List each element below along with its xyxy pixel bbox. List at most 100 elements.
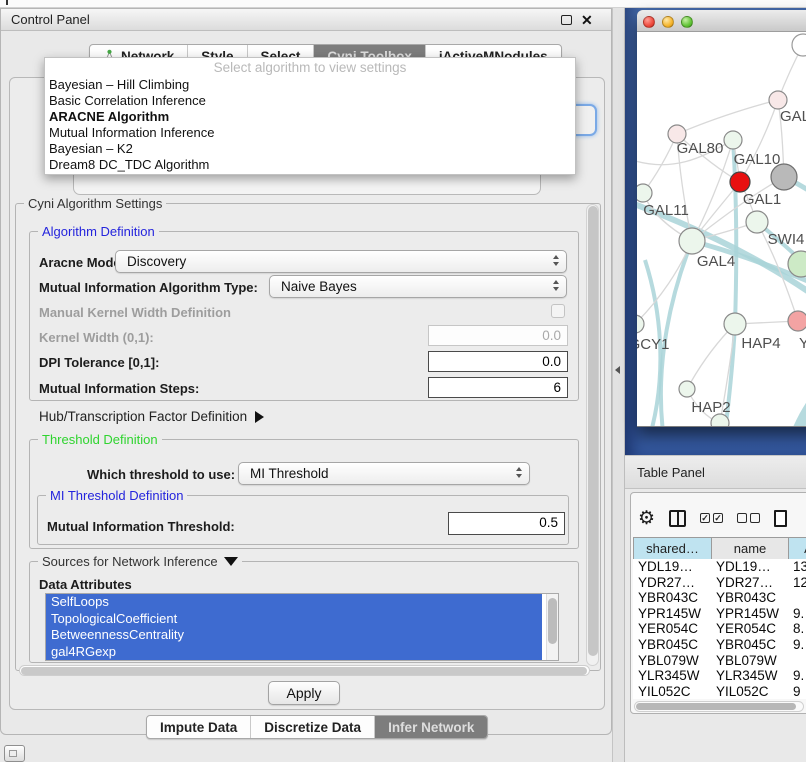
network-edge[interactable] — [740, 100, 778, 182]
which-threshold-label: Which threshold to use: — [87, 467, 235, 482]
network-node[interactable] — [679, 381, 695, 397]
select-all-icon[interactable]: ✓ ✓ — [700, 513, 723, 523]
table-cell: YBL079W — [711, 653, 788, 669]
threshold-definition-title: Threshold Definition — [38, 432, 162, 447]
table-row[interactable]: YPR145WYPR145W9. — [633, 606, 806, 622]
algorithm-option-mutual-information-inference[interactable]: Mutual Information Inference — [45, 125, 575, 141]
window-minimize-traffic-light[interactable] — [662, 16, 674, 28]
table-row[interactable]: YBR045CYBR045C9. — [633, 637, 806, 653]
tab-impute-data[interactable]: Impute Data — [147, 716, 250, 738]
combo-stepper-icon — [516, 467, 522, 478]
table-row[interactable]: YIL052CYIL052C9 — [633, 684, 806, 699]
attribute-item-gal4rgexp[interactable]: gal4RGexp — [46, 644, 542, 661]
network-node[interactable] — [724, 131, 742, 149]
window-close-traffic-light[interactable] — [643, 16, 655, 28]
algorithm-option-aracne-algorithm[interactable]: ARACNE Algorithm — [45, 109, 575, 125]
cyni-mode-tabbar: Impute Data Discretize DataInfer Network — [146, 715, 488, 739]
table-panel-title: Table Panel — [637, 465, 705, 480]
settings-vertical-scrollbar-thumb[interactable] — [588, 206, 598, 656]
algorithm-option-bayesian-k2[interactable]: Bayesian – K2 — [45, 141, 575, 157]
table-row[interactable]: YLR345WYLR345W9. — [633, 668, 806, 684]
table-row[interactable]: YER054CYER054C8. — [633, 621, 806, 637]
deselect-all-icon[interactable] — [737, 513, 760, 523]
network-node[interactable] — [730, 172, 750, 192]
float-window-icon[interactable] — [561, 15, 572, 25]
network-node-label-gal11: GAL11 — [643, 202, 689, 219]
manual-kernel-label: Manual Kernel Width Definition — [39, 305, 231, 320]
mi-type-combo[interactable]: Naive Bayes — [269, 275, 567, 298]
settings-horizontal-scrollbar-thumb[interactable] — [21, 667, 587, 675]
network-node[interactable] — [724, 313, 746, 335]
network-node[interactable] — [788, 311, 806, 331]
expander-collapsed-icon — [255, 411, 264, 423]
cyni-algorithm-settings-title: Cyni Algorithm Settings — [24, 196, 166, 211]
attribute-item-selfloops[interactable]: SelfLoops — [46, 594, 542, 611]
mi-threshold-field[interactable]: 0.5 — [448, 512, 565, 535]
apply-button[interactable]: Apply — [268, 681, 340, 705]
table-cell: YER054C — [711, 621, 788, 637]
table-horizontal-scrollbar-thumb[interactable] — [636, 703, 796, 710]
attribute-item-betweennesscentrality[interactable]: BetweennessCentrality — [46, 627, 542, 644]
network-edge[interactable] — [720, 423, 789, 426]
network-canvas[interactable]: GAL80GAL10GALGAL11GAL1SWI4GAL4GCY1HAP4YH… — [637, 32, 806, 426]
network-node[interactable] — [792, 34, 806, 56]
network-node[interactable] — [637, 315, 644, 333]
manual-kernel-checkbox — [551, 304, 565, 318]
table-cell: YBR043C — [633, 590, 711, 606]
table-cell: YPR145W — [633, 606, 711, 622]
collapsed-panel-icon-inner — [9, 750, 17, 757]
divider-collapse-icon[interactable] — [615, 366, 620, 374]
network-node[interactable] — [679, 228, 705, 254]
gear-icon[interactable]: ⚙ — [638, 509, 655, 528]
mi-steps-field[interactable]: 6 — [428, 377, 568, 398]
attributes-scrollbar-thumb[interactable] — [548, 598, 557, 644]
column-header-shared[interactable]: shared… — [634, 538, 712, 559]
algorithm-option-basic-correlation-inference[interactable]: Basic Correlation Inference — [45, 93, 575, 109]
tab-impute-data-label: Impute Data — [160, 720, 237, 735]
tab-discretize-data[interactable]: Discretize Data — [250, 716, 374, 738]
hub-definition-label: Hub/Transcription Factor Definition — [39, 409, 247, 424]
tab-infer-network[interactable]: Infer Network — [374, 716, 487, 738]
network-edge[interactable] — [661, 241, 692, 426]
combo-stepper-icon — [553, 280, 559, 291]
table-row[interactable]: YBR043CYBR043C — [633, 590, 806, 606]
window-zoom-traffic-light[interactable] — [681, 16, 693, 28]
hub-definition-expander[interactable]: Hub/Transcription Factor Definition — [39, 409, 264, 424]
table-cell — [788, 653, 806, 669]
network-edge[interactable] — [677, 100, 778, 134]
combo-stepper-icon — [553, 255, 559, 266]
table-cell: YBR043C — [711, 590, 788, 606]
aracne-mode-combo[interactable]: Discovery — [115, 250, 567, 273]
attribute-item-topologicalcoefficient[interactable]: TopologicalCoefficient — [46, 611, 542, 628]
network-node[interactable] — [637, 184, 652, 202]
algorithm-option-bayesian-hill-climbing[interactable]: Bayesian – Hill Climbing — [45, 77, 575, 93]
aracne-mode-value: Discovery — [127, 254, 186, 269]
toolbar-tick — [6, 0, 8, 5]
mi-steps-label: Mutual Information Steps: — [39, 381, 199, 396]
sources-title[interactable]: Sources for Network Inference — [38, 554, 242, 569]
algorithm-dropdown: Select algorithm to view settings Bayesi… — [44, 57, 576, 175]
panel-divider[interactable] — [612, 8, 625, 762]
network-node[interactable] — [769, 91, 787, 109]
network-edge[interactable] — [637, 241, 692, 324]
network-node[interactable] — [746, 211, 768, 233]
new-table-icon[interactable] — [774, 510, 787, 527]
table-cell: YDL19… — [711, 559, 788, 575]
algorithm-definition-title: Algorithm Definition — [38, 224, 159, 239]
network-edge[interactable] — [787, 388, 806, 426]
dpi-tolerance-field[interactable]: 0.0 — [428, 351, 568, 372]
table-cell: YLR345W — [711, 668, 788, 684]
split-columns-icon[interactable] — [669, 510, 686, 527]
column-header-name[interactable]: name — [712, 538, 789, 559]
which-threshold-combo[interactable]: MI Threshold — [238, 462, 530, 485]
table-row[interactable]: YDL19…YDL19…13 — [633, 559, 806, 575]
close-icon[interactable]: ✕ — [581, 12, 593, 29]
network-node-label-hap2: HAP2 — [691, 399, 730, 416]
table-cell: 8. — [788, 621, 806, 637]
algorithm-option-dream8-dc-tdc-algorithm[interactable]: Dream8 DC_TDC Algorithm — [45, 157, 575, 173]
table-row[interactable]: YBL079WYBL079W — [633, 653, 806, 669]
table-row[interactable]: YDR27…YDR27…12 — [633, 575, 806, 591]
network-node-label-hap4: HAP4 — [741, 335, 780, 352]
column-header-a[interactable]: A — [789, 538, 806, 559]
network-node-label-gal4: GAL4 — [697, 253, 735, 270]
